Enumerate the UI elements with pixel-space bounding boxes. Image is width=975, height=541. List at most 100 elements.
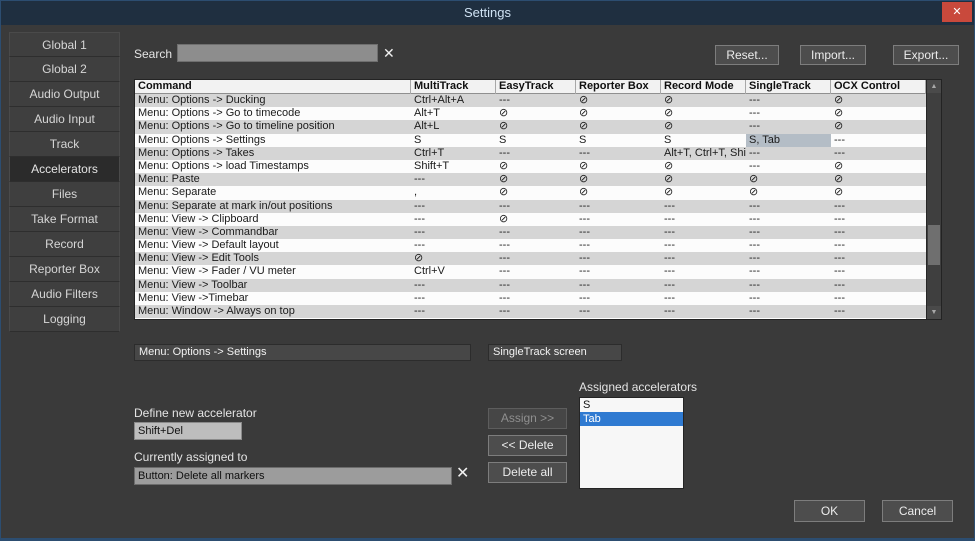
shortcut-cell[interactable]: --- <box>746 120 831 133</box>
shortcut-cell[interactable]: --- <box>661 239 746 252</box>
table-row[interactable]: Menu: Separate,⊘⊘⊘⊘⊘ <box>135 186 941 199</box>
shortcut-cell[interactable]: ⊘ <box>746 186 831 199</box>
table-row[interactable]: Menu: Options -> Go to timecodeAlt+T⊘⊘⊘-… <box>135 107 941 120</box>
shortcut-cell[interactable]: --- <box>411 200 496 213</box>
shortcut-cell[interactable]: --- <box>831 213 926 226</box>
table-row[interactable]: Menu: View -> Toolbar------------------ <box>135 279 941 292</box>
command-cell[interactable]: Menu: Options -> Takes <box>135 147 411 160</box>
shortcut-cell[interactable]: --- <box>661 200 746 213</box>
accelerator-item[interactable]: Tab <box>580 412 683 426</box>
shortcut-cell[interactable]: --- <box>746 252 831 265</box>
shortcut-cell[interactable]: ⊘ <box>576 107 661 120</box>
table-row[interactable]: Menu: Options -> SettingsSSSSS, Tab--- <box>135 134 941 147</box>
shortcut-cell[interactable]: ⊘ <box>661 107 746 120</box>
shortcut-cell[interactable]: --- <box>496 265 576 278</box>
shortcut-cell[interactable]: S <box>411 134 496 147</box>
shortcut-cell[interactable]: S <box>496 134 576 147</box>
shortcut-cell[interactable]: ⊘ <box>576 120 661 133</box>
table-row[interactable]: Menu: View ->Timebar------------------ <box>135 292 941 305</box>
table-row[interactable]: Menu: View -> Fader / VU meterCtrl+V----… <box>135 265 941 278</box>
sidebar-item-global-2[interactable]: Global 2 <box>9 57 120 82</box>
sidebar-item-audio-output[interactable]: Audio Output <box>9 82 120 107</box>
command-cell[interactable]: Menu: View -> Clipboard <box>135 213 411 226</box>
column-header[interactable]: Command <box>135 80 411 94</box>
shortcut-cell[interactable]: ⊘ <box>831 107 926 120</box>
shortcut-cell[interactable]: --- <box>661 265 746 278</box>
shortcut-cell[interactable]: --- <box>746 200 831 213</box>
sidebar-item-global-1[interactable]: Global 1 <box>9 32 120 57</box>
column-header[interactable]: EasyTrack <box>496 80 576 94</box>
shortcut-cell[interactable]: --- <box>831 265 926 278</box>
accelerator-item[interactable]: S <box>580 398 683 412</box>
column-header[interactable]: Reporter Box <box>576 80 661 94</box>
shortcut-cell[interactable]: ⊘ <box>496 120 576 133</box>
sidebar-item-files[interactable]: Files <box>9 182 120 207</box>
shortcut-cell[interactable]: --- <box>661 252 746 265</box>
shortcut-cell[interactable]: ⊘ <box>831 173 926 186</box>
command-cell[interactable]: Menu: Separate at mark in/out positions <box>135 200 411 213</box>
command-cell[interactable]: Menu: Options -> Go to timecode <box>135 107 411 120</box>
sidebar-item-track[interactable]: Track <box>9 132 120 157</box>
command-cell[interactable]: Menu: View -> Fader / VU meter <box>135 265 411 278</box>
shortcut-cell[interactable]: --- <box>496 252 576 265</box>
shortcut-cell[interactable]: S <box>661 134 746 147</box>
command-cell[interactable]: Menu: Options -> load Timestamps <box>135 160 411 173</box>
clear-search-icon[interactable]: ✕ <box>383 44 395 62</box>
shortcut-cell[interactable]: --- <box>576 226 661 239</box>
shortcut-cell[interactable]: ⊘ <box>831 120 926 133</box>
assigned-accelerators-list[interactable]: STab <box>579 397 684 489</box>
shortcut-cell[interactable]: --- <box>746 160 831 173</box>
scroll-thumb[interactable] <box>928 225 940 265</box>
delete-all-button[interactable]: Delete all <box>488 462 567 483</box>
command-cell[interactable]: Menu: Paste <box>135 173 411 186</box>
cancel-button[interactable]: Cancel <box>882 500 953 522</box>
command-cell[interactable]: Menu: Options -> Settings <box>135 134 411 147</box>
shortcut-cell[interactable]: --- <box>746 279 831 292</box>
command-cell[interactable]: Menu: View -> Toolbar <box>135 279 411 292</box>
column-header[interactable]: OCX Control <box>831 80 926 94</box>
sidebar-item-audio-filters[interactable]: Audio Filters <box>9 282 120 307</box>
shortcut-cell[interactable]: ⊘ <box>661 173 746 186</box>
shortcut-cell[interactable]: ⊘ <box>746 173 831 186</box>
shortcut-cell[interactable]: --- <box>661 213 746 226</box>
export-button[interactable]: Export... <box>893 45 959 65</box>
reset-button[interactable]: Reset... <box>715 45 779 65</box>
sidebar-item-take-format[interactable]: Take Format <box>9 207 120 232</box>
shortcut-cell[interactable]: --- <box>411 279 496 292</box>
shortcut-cell[interactable]: --- <box>831 305 926 318</box>
delete-button[interactable]: << Delete <box>488 435 567 456</box>
shortcut-cell[interactable]: ⊘ <box>496 160 576 173</box>
shortcut-cell[interactable]: ⊘ <box>411 252 496 265</box>
command-cell[interactable]: Menu: Separate <box>135 186 411 199</box>
shortcut-cell[interactable]: --- <box>746 213 831 226</box>
table-row[interactable]: Menu: View -> Default layout------------… <box>135 239 941 252</box>
table-row[interactable]: Menu: Options -> Go to timeline position… <box>135 120 941 133</box>
shortcut-cell[interactable]: --- <box>496 147 576 160</box>
shortcut-cell[interactable]: --- <box>661 279 746 292</box>
shortcut-cell[interactable]: --- <box>576 147 661 160</box>
shortcut-cell[interactable]: --- <box>831 200 926 213</box>
shortcut-cell[interactable]: ⊘ <box>661 120 746 133</box>
shortcut-cell[interactable]: ⊘ <box>496 173 576 186</box>
shortcut-cell[interactable]: Ctrl+V <box>411 265 496 278</box>
shortcut-cell[interactable]: --- <box>411 226 496 239</box>
shortcut-cell[interactable]: --- <box>411 213 496 226</box>
shortcut-cell[interactable]: --- <box>496 305 576 318</box>
table-row[interactable]: Menu: View -> Edit Tools⊘--------------- <box>135 252 941 265</box>
shortcut-cell[interactable]: --- <box>496 279 576 292</box>
sidebar-item-record[interactable]: Record <box>9 232 120 257</box>
command-cell[interactable]: Menu: Options -> Go to timeline position <box>135 120 411 133</box>
table-row[interactable]: Menu: Options -> TakesCtrl+T------Alt+T,… <box>135 147 941 160</box>
search-input[interactable] <box>177 44 378 62</box>
shortcut-cell[interactable]: --- <box>831 226 926 239</box>
shortcut-cell[interactable]: ⊘ <box>661 94 746 107</box>
command-cell[interactable]: Menu: View -> Commandbar <box>135 226 411 239</box>
shortcut-cell[interactable]: S, Tab <box>746 134 831 147</box>
shortcut-cell[interactable]: --- <box>746 305 831 318</box>
shortcut-cell[interactable]: ⊘ <box>496 213 576 226</box>
command-cell[interactable]: Menu: Options -> Ducking <box>135 94 411 107</box>
command-cell[interactable]: Menu: Window -> Always on top <box>135 305 411 318</box>
shortcut-cell[interactable]: --- <box>746 94 831 107</box>
shortcut-cell[interactable]: --- <box>746 147 831 160</box>
shortcut-cell[interactable]: --- <box>746 265 831 278</box>
